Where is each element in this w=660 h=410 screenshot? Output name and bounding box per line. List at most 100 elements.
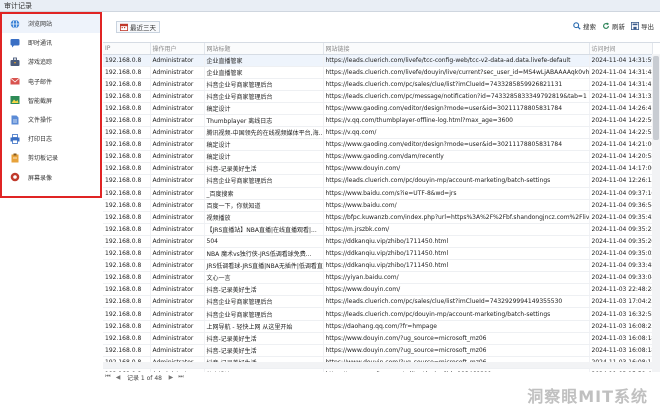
table-cell: 2024-11-04 09:35:42	[589, 211, 653, 224]
table-row[interactable]: 192.168.0.8Administrator稿定设计https://www.…	[103, 150, 653, 164]
refresh-button[interactable]: 刷新	[602, 21, 625, 31]
table-row[interactable]: 192.168.0.8 Administrator 抖音企业号商家管理后台 https…	[103, 295, 653, 309]
table-cell: 抖音-记录美好生活	[204, 283, 324, 297]
table-row[interactable]: 192.168.0.8 Administrator 视频播放 https://bfpc…	[103, 211, 653, 224]
table-row[interactable]: 192.168.0.8Administrator抖音-记录美好生活https:/…	[103, 162, 653, 176]
table-cell: 192.168.0.8	[103, 162, 151, 176]
column-header-user[interactable]: 操作用户	[150, 43, 205, 55]
table-cell: 2024-11-03 22:48:28	[589, 283, 653, 297]
watermark-logo: 洞察眼MIT系统	[527, 387, 648, 406]
table-cell: https://leads.cluerich.com/livefe/douyin…	[323, 66, 590, 79]
prev-page-icon[interactable]: ◀	[113, 374, 123, 381]
data-grid: IP 操作用户 网站标题 网站链接 访问时间 192.168.0.8 Admini…	[103, 42, 660, 372]
table-cell: 稿定设计	[204, 102, 324, 115]
table-row[interactable]: 192.168.0.8 Administrator Thumbplayer 离线日志…	[103, 114, 653, 128]
table-cell: 192.168.0.8	[103, 332, 151, 345]
table-cell: Administrator	[150, 187, 205, 200]
table-row[interactable]: 192.168.0.8Administrator抖音-记录美好生活https:/…	[103, 344, 653, 357]
globe-icon	[10, 18, 20, 29]
table-row[interactable]: 192.168.0.8Administrator稿定设计https://www.…	[103, 102, 653, 115]
table-row[interactable]: 192.168.0.8 Administrator 腾讯视频-中国领先的在线视频媒体…	[103, 126, 653, 140]
table-cell: https://leads.cluerich.com/pc/douyin-mp/…	[323, 174, 590, 188]
table-row[interactable]: 192.168.0.8 Administrator 百度一下，你就知道 https:/…	[103, 199, 653, 212]
table-cell: https://www.gaoding.com/editor/design?mo…	[323, 138, 590, 152]
window-title: 审计记录	[4, 2, 32, 10]
sidebar-item-label: 游戏追踪	[28, 59, 53, 67]
table-row[interactable]: 192.168.0.8 Administrator 504 https://ddkan…	[103, 235, 653, 249]
table-cell: 2024-11-04 09:36:54	[589, 199, 653, 212]
table-row[interactable]: 192.168.0.8 Administrator 文心一言 https://yiya…	[103, 271, 653, 285]
table-cell: 2024-11-03 16:32:58	[589, 307, 653, 321]
sidebar-item-label: 即时通讯	[28, 40, 53, 48]
column-header-url[interactable]: 网站链接	[323, 43, 590, 55]
table-cell: https://www.douyin.com/	[323, 162, 590, 176]
column-header-time[interactable]: 访问时间	[589, 43, 653, 55]
sidebar-item[interactable]: 浏览网站	[2, 14, 100, 34]
table-cell: 2024-11-04 14:31:41	[589, 78, 653, 91]
table-cell: Administrator	[150, 247, 205, 261]
next-page-icon[interactable]: ▶	[166, 374, 176, 381]
sidebar-item[interactable]: 电子邮件	[2, 72, 100, 91]
recent-days-button[interactable]: 最近三天	[116, 21, 160, 33]
table-cell: 2024-11-04 14:22:56	[589, 114, 653, 128]
table-cell: 2024-11-04 09:33:04	[589, 271, 653, 285]
table-cell: 2024-11-04 09:35:20	[589, 235, 653, 249]
column-header-title[interactable]: 网站标题	[204, 43, 324, 55]
sidebar-item[interactable]: 屏幕录像	[2, 168, 100, 187]
table-cell: 抖音企业号商家管理后台	[204, 295, 324, 309]
table-cell: https://www.gaoding.com/dam/recently	[323, 150, 590, 164]
sidebar-item[interactable]: 剪切板记录	[2, 148, 100, 167]
records-table: IP 操作用户 网站标题 网站链接 访问时间 192.168.0.8 Admini…	[103, 43, 653, 372]
table-row[interactable]: 192.168.0.8 Administrator 【JRS直播站】NBA直播|在线…	[103, 223, 653, 236]
table-cell: 百度一下，你就知道	[204, 199, 324, 212]
sidebar-item[interactable]: 游戏追踪	[2, 52, 100, 71]
table-cell: 抖音企业号商家管理后台	[204, 174, 324, 188]
calendar-icon	[120, 23, 128, 31]
table-cell: 192.168.0.8	[103, 223, 151, 236]
printer-icon	[10, 133, 20, 144]
export-label: 导出	[641, 23, 654, 31]
search-button[interactable]: 搜索	[573, 21, 596, 31]
table-row[interactable]: 192.168.0.8 Administrator 抖音企业号商家管理后台 https…	[103, 90, 653, 103]
table-cell: https://www.douyin.com/?ug_source=micros…	[323, 332, 590, 345]
table-row[interactable]: 192.168.0.8 Administrator 上网导航 - 轻快上网 从这里开…	[103, 320, 653, 333]
table-cell: 2024-11-04 14:31:33	[589, 90, 653, 103]
scrollbar-thumb[interactable]	[653, 56, 659, 140]
sidebar-item[interactable]: 即时通讯	[2, 33, 100, 52]
sidebar-item[interactable]: 智能截屏	[2, 91, 100, 110]
table-cell: https://www.douyin.com/?ug_source=micros…	[323, 344, 590, 357]
sidebar-item[interactable]: 打印日志	[2, 129, 100, 148]
table-row[interactable]: 192.168.0.8 Administrator NBA 魔术vs独行侠-JRS低…	[103, 247, 653, 261]
table-row[interactable]: 192.168.0.8 Administrator JRS低调看球-JRS直播|NB…	[103, 259, 653, 273]
table-cell: https://leads.cluerich.com/pc/message/no…	[323, 90, 590, 103]
table-row[interactable]: 192.168.0.8Administrator抖音-记录美好生活https:/…	[103, 283, 653, 297]
sidebar-item-label: 屏幕录像	[28, 174, 53, 182]
table-cell: 抖音-记录美好生活	[204, 344, 324, 357]
table-cell: 抖音-记录美好生活	[204, 162, 324, 176]
table-row[interactable]: 192.168.0.8 Administrator 抖音企业号商家管理后台 https…	[103, 307, 653, 321]
table-cell: 稿定设计	[204, 150, 324, 164]
export-button[interactable]: 导出	[631, 21, 654, 31]
table-cell: 192.168.0.8	[103, 247, 151, 261]
table-cell: Administrator	[150, 271, 205, 285]
table-row[interactable]: 192.168.0.8Administrator稿定设计https://www.…	[103, 138, 653, 152]
table-row[interactable]: 192.168.0.8Administrator抖音-记录美好生活https:/…	[103, 332, 653, 345]
vertical-scrollbar[interactable]	[652, 54, 660, 372]
column-header-ip[interactable]: IP	[103, 43, 151, 55]
table-row[interactable]: 192.168.0.8 Administrator 企业直播管家 https://le…	[103, 66, 653, 79]
table-row[interactable]: 192.168.0.8 Administrator 企业直播管家 https://le…	[103, 54, 653, 67]
sidebar-item[interactable]: 文件操作	[2, 110, 100, 129]
table-cell: 2024-11-04 14:17:00	[589, 162, 653, 176]
horizontal-scrollbar[interactable]	[103, 362, 652, 368]
first-page-icon[interactable]: ⏮	[103, 373, 113, 381]
table-cell: Administrator	[150, 102, 205, 115]
table-cell: 192.168.0.8	[103, 78, 151, 91]
last-page-icon[interactable]: ⏭	[176, 373, 186, 381]
table-row[interactable]: 192.168.0.8 Administrator _百度搜索 https://www…	[103, 187, 653, 200]
table-cell: 192.168.0.8	[103, 174, 151, 188]
table-row[interactable]: 192.168.0.8 Administrator 抖音企业号商家管理后台 https…	[103, 78, 653, 91]
table-row[interactable]: 192.168.0.8 Administrator 抖音企业号商家管理后台 https…	[103, 174, 653, 188]
table-cell: https://ddkanqiu.vip/zhibo/1711450.html	[323, 247, 590, 261]
table-cell: Administrator	[150, 174, 205, 188]
table-cell: Administrator	[150, 235, 205, 249]
